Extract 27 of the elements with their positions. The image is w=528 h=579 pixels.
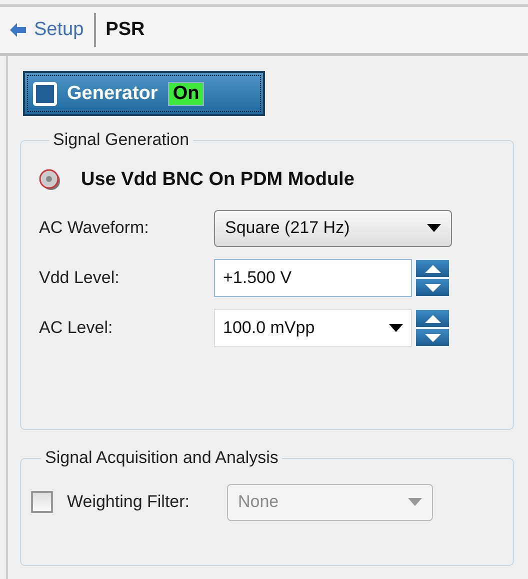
spin-up-button[interactable] <box>416 310 449 327</box>
caret-icon <box>408 498 422 506</box>
spin-down-button[interactable] <box>416 329 449 346</box>
spin-down-button[interactable] <box>416 279 449 296</box>
up-arrow-icon <box>424 264 440 272</box>
state-badge: On <box>168 82 204 106</box>
back-arrow-icon <box>10 23 26 37</box>
section-heading: Use Vdd BNC On PDM Module <box>81 169 354 191</box>
generator-toggle-button[interactable]: Generator On <box>23 71 265 116</box>
caret-icon <box>389 324 403 332</box>
field-label: AC Level: <box>39 318 114 338</box>
back-link[interactable]: Setup <box>10 19 84 41</box>
down-arrow-icon <box>424 284 440 292</box>
caret-icon <box>427 224 441 232</box>
ac-level-dropdown[interactable]: 100.0 mVpp <box>214 309 412 347</box>
field-label: Vdd Level: <box>39 268 120 288</box>
page-title: PSR <box>106 19 145 41</box>
waveform-dropdown[interactable]: Square (217 Hz) <box>214 210 452 246</box>
spin-up-button[interactable] <box>416 260 449 277</box>
field-label: Weighting Filter: <box>67 492 191 512</box>
field-label: AC Waveform: <box>39 218 150 238</box>
vdd-level-field[interactable]: +1.500 V <box>214 259 412 297</box>
connector-icon <box>39 168 61 192</box>
up-arrow-icon <box>424 314 440 322</box>
group-title: Signal Acquisition and Analysis <box>44 448 280 468</box>
group-title: Signal Generation <box>52 130 190 150</box>
down-arrow-icon <box>424 334 440 342</box>
